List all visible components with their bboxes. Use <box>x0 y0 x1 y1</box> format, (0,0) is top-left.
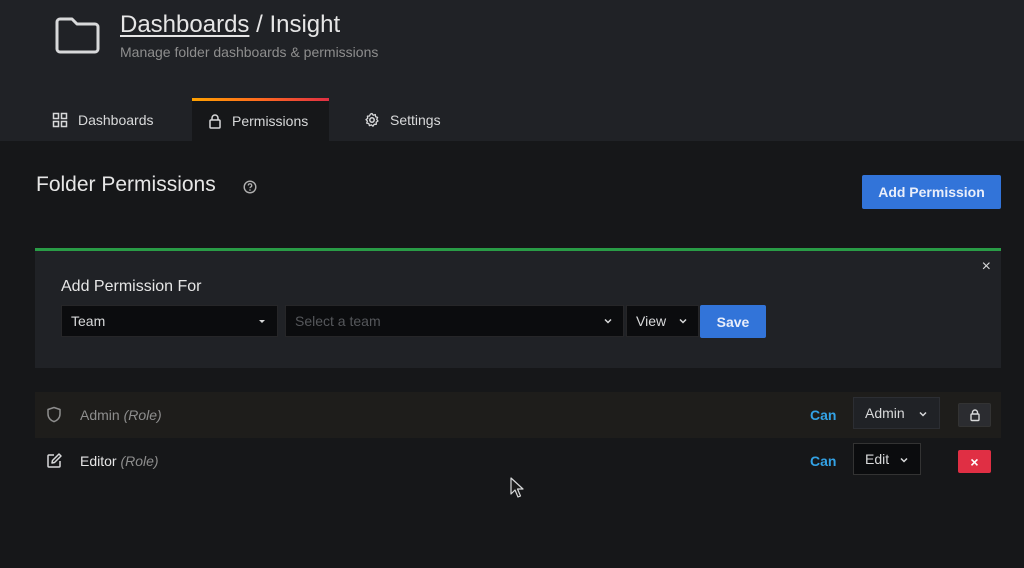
chevron-down-icon <box>604 318 612 324</box>
grid-icon <box>52 112 68 127</box>
permission-level-value: Admin <box>865 405 905 421</box>
remove-permission-button[interactable]: × <box>958 450 991 473</box>
page-title: Dashboards / Insight <box>120 11 340 39</box>
locked-permission-button <box>958 403 991 427</box>
permission-role-tag: (Role) <box>120 453 159 469</box>
question-circle-icon[interactable] <box>243 180 257 194</box>
breadcrumb-dashboards-link[interactable]: Dashboards <box>120 11 249 38</box>
edit-icon <box>47 453 62 468</box>
chevron-down-icon <box>679 318 687 324</box>
team-picker-placeholder: Select a team <box>295 313 381 329</box>
save-button[interactable]: Save <box>700 305 766 338</box>
permission-row-admin: Admin (Role) Can Admin <box>35 392 1001 438</box>
permission-role-name: Editor <box>80 453 117 469</box>
permission-name: Editor (Role) <box>80 453 159 469</box>
chevron-down-icon <box>919 411 927 417</box>
add-permission-button[interactable]: Add Permission <box>862 175 1001 209</box>
caret-down-icon <box>259 320 265 323</box>
permission-level-select[interactable]: Edit <box>853 443 921 475</box>
lock-icon <box>969 409 980 422</box>
page-subtitle: Manage folder dashboards & permissions <box>120 44 379 60</box>
permission-role-tag: (Role) <box>123 407 162 423</box>
permission-level-select: Admin <box>853 397 940 429</box>
permission-level-select[interactable]: View <box>626 305 699 337</box>
folder-icon <box>55 17 100 54</box>
shield-icon <box>47 406 61 423</box>
team-picker[interactable]: Select a team <box>285 305 624 337</box>
permission-name: Admin (Role) <box>80 407 162 423</box>
mouse-cursor-icon <box>510 477 524 498</box>
gear-icon <box>365 112 379 127</box>
add-permission-heading: Add Permission For <box>61 278 202 295</box>
add-permission-panel: × Add Permission For Team Select a team … <box>35 248 1001 368</box>
breadcrumb-separator: / <box>249 11 270 38</box>
tab-label: Dashboards <box>78 111 154 128</box>
tab-label: Permissions <box>232 113 309 129</box>
permission-type-value: Team <box>71 313 106 329</box>
permission-role-name: Admin <box>80 407 120 423</box>
tab-settings[interactable]: Settings <box>364 98 441 141</box>
tab-dashboards[interactable]: Dashboards <box>52 98 154 141</box>
permission-type-select[interactable]: Team <box>61 305 278 337</box>
lock-icon <box>209 114 221 129</box>
can-label: Can <box>810 407 837 423</box>
permission-level-value: Edit <box>865 451 890 467</box>
folder-permissions-title: Folder Permissions <box>36 173 216 196</box>
folder-name: Insight <box>269 11 341 38</box>
permission-level-value: View <box>636 313 667 329</box>
page-header: Dashboards / Insight Manage folder dashb… <box>0 0 1024 141</box>
tab-label: Settings <box>390 111 441 128</box>
tab-permissions[interactable]: Permissions <box>192 98 329 141</box>
close-icon[interactable]: × <box>982 259 991 275</box>
chevron-down-icon <box>900 457 908 463</box>
can-label: Can <box>810 453 837 469</box>
